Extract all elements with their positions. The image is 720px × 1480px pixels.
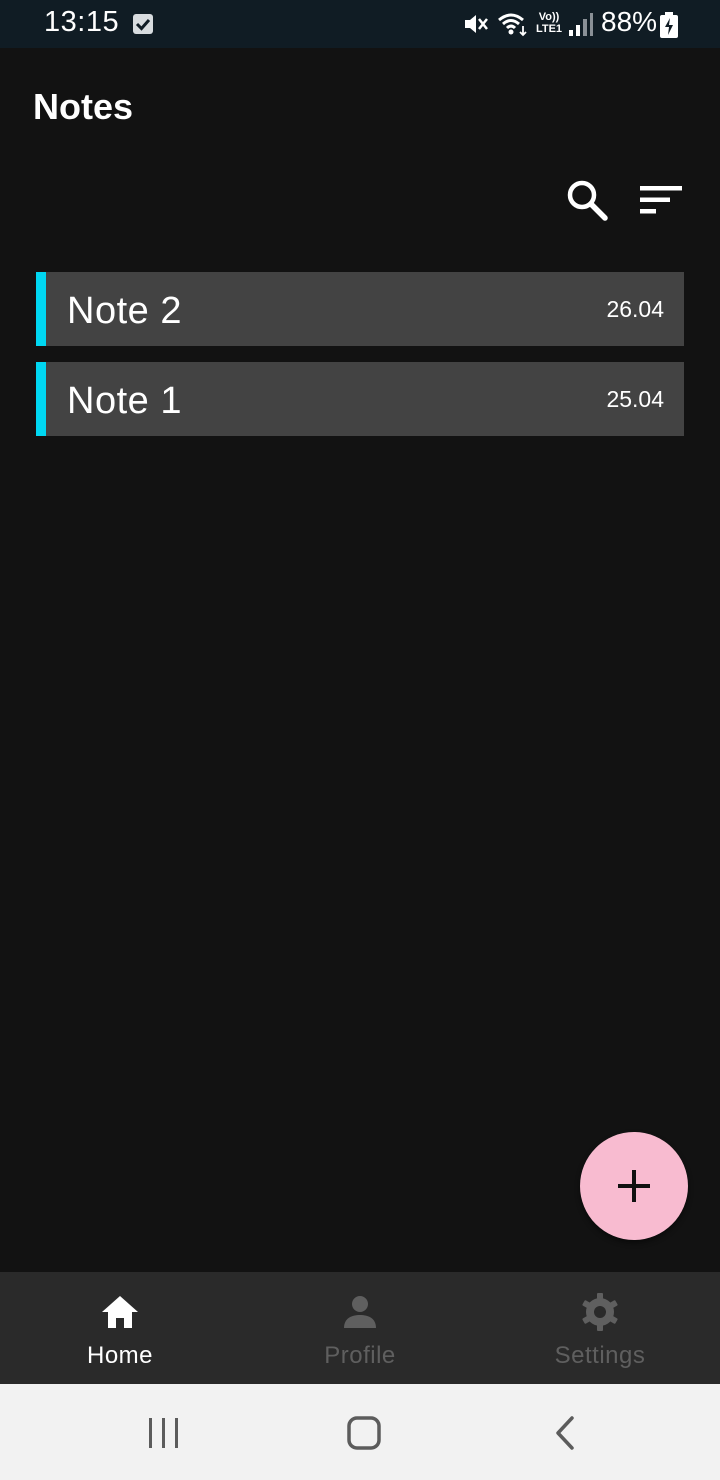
note-title: Note 1 [67,380,182,422]
bottom-navigation: Home Profile Settings [0,1272,720,1384]
nav-label-profile: Profile [324,1342,396,1369]
plus-icon [618,1170,650,1202]
home-button-icon[interactable] [344,1414,384,1452]
nav-label-settings: Settings [554,1342,646,1369]
nav-item-settings[interactable]: Settings [480,1272,720,1384]
battery-charging-icon [660,12,678,38]
add-note-button[interactable] [580,1132,688,1240]
volte-label: Vo)) [538,11,560,23]
note-accent-bar [36,272,46,346]
note-date: 25.04 [606,386,664,412]
wifi-icon [498,13,527,37]
gear-icon [582,1293,618,1331]
nav-label-home: Home [86,1342,154,1369]
home-icon [102,1296,138,1328]
sort-icon [640,186,682,214]
search-icon [567,180,608,221]
status-time: 13:15 [44,6,120,38]
battery-percent: 88% [601,6,658,37]
recent-apps-icon[interactable] [144,1416,184,1450]
system-navigation-bar [0,1384,720,1480]
person-icon [344,1296,376,1328]
nav-item-profile[interactable]: Profile [240,1272,480,1384]
mute-icon [465,15,488,33]
note-title: Note 2 [67,290,182,332]
checkbox-notification-icon [133,14,153,34]
signal-strength-icon [569,13,593,36]
back-icon[interactable] [548,1414,584,1452]
page-title: Notes [33,86,134,127]
note-accent-bar [36,362,46,436]
status-bar: 13:15 Vo)) LTE1 88% [0,0,720,48]
volte-indicator: Vo)) LTE1 [534,11,564,37]
note-list-item[interactable]: Note 1 25.04 [36,362,684,436]
note-list-item[interactable]: Note 2 26.04 [36,272,684,346]
note-date: 26.04 [606,296,664,322]
nav-item-home[interactable]: Home [0,1272,240,1384]
search-button[interactable] [562,176,612,224]
sort-button[interactable] [634,176,686,224]
lte-label: LTE1 [535,23,563,35]
